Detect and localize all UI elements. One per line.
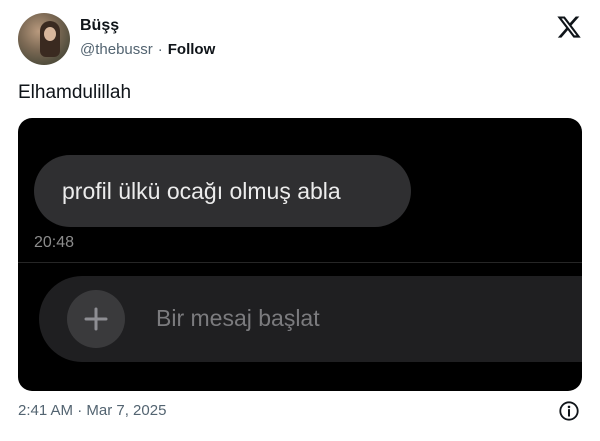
compose-bar: Bir mesaj başlat [39, 276, 582, 362]
add-button [67, 290, 125, 348]
separator-dot: · [157, 41, 163, 58]
author-avatar[interactable] [18, 13, 70, 65]
follow-button[interactable]: Follow [168, 41, 216, 58]
author-name[interactable]: Büşş [80, 17, 119, 35]
x-logo-icon[interactable] [556, 14, 582, 40]
compose-placeholder: Bir mesaj başlat [156, 305, 320, 331]
author-handle[interactable]: @thebussr [80, 41, 153, 58]
tweet-text: Elhamdulillah [18, 82, 132, 103]
message-bubble: profil ülkü ocağı olmuş abla [34, 155, 411, 227]
divider [18, 262, 582, 263]
message-text: profil ülkü ocağı olmuş abla [62, 177, 341, 204]
author-handle-row: @thebussr · Follow [80, 41, 215, 58]
attached-screenshot[interactable]: profil ülkü ocağı olmuş abla 20:48 Bir m… [18, 118, 582, 391]
plus-icon [84, 307, 108, 331]
info-icon[interactable] [558, 400, 580, 422]
avatar-face [44, 27, 56, 41]
tweet-timestamp[interactable]: 2:41 AM · Mar 7, 2025 [18, 402, 166, 419]
message-time: 20:48 [34, 234, 75, 251]
